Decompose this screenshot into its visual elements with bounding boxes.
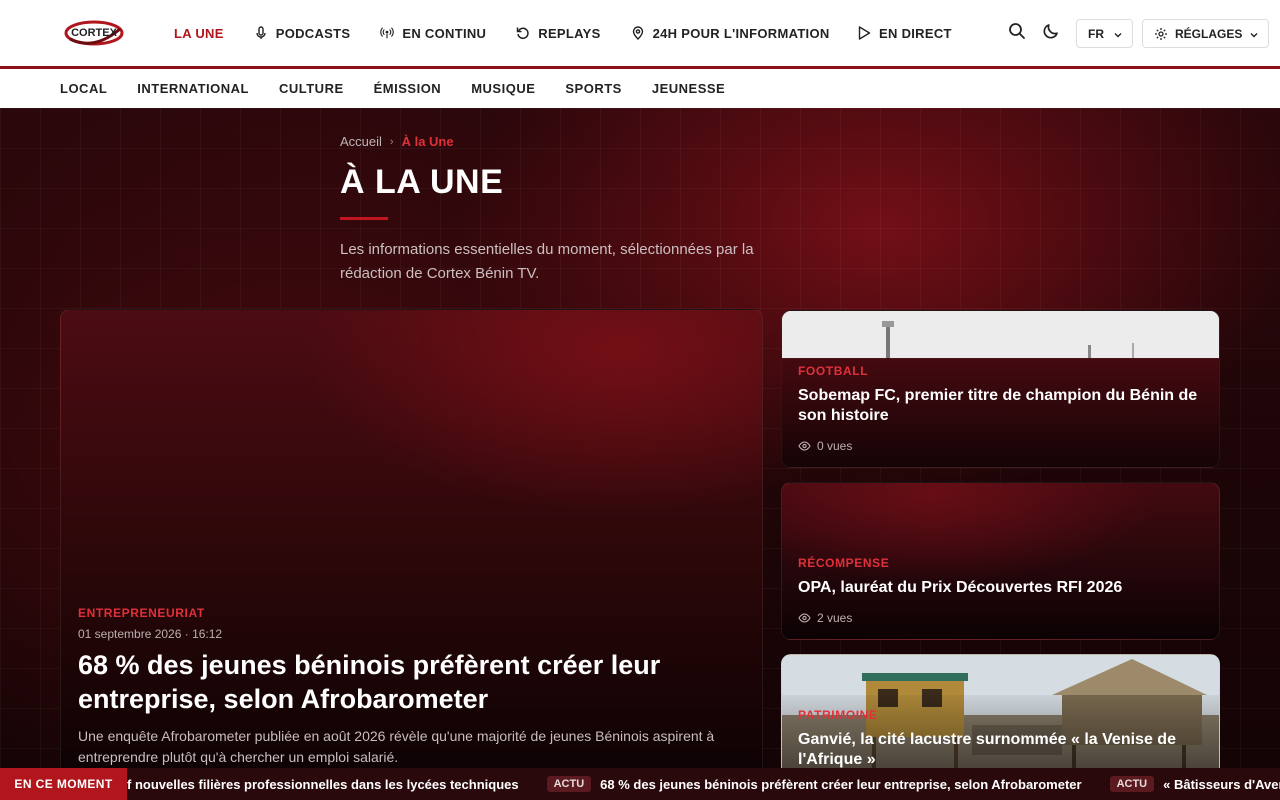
ticker-tag: ACTU [546, 776, 592, 792]
language-select[interactable]: FR [1076, 19, 1133, 48]
broadcast-icon [380, 26, 395, 40]
article-category: RÉCOMPENSE [798, 556, 890, 570]
article-category: ENTREPRENEURIAT [78, 606, 205, 620]
settings-label: RÉGLAGES [1175, 26, 1243, 41]
language-value: FR [1088, 26, 1104, 41]
nav-label: EN CONTINU [402, 25, 487, 41]
ticker-item[interactable]: f nouvelles filières professionnelles da… [127, 777, 519, 792]
breadcrumb-separator-icon: › [389, 135, 394, 148]
ticker-track: f nouvelles filières professionnelles da… [127, 768, 1280, 800]
category-emission[interactable]: ÉMISSION [374, 81, 442, 96]
eye-icon [798, 441, 811, 451]
nav-item-replays[interactable]: REPLAYS [516, 0, 600, 66]
nav-label: LA UNE [174, 25, 224, 41]
microphone-icon [254, 26, 268, 40]
nav-item-podcasts[interactable]: PODCASTS [254, 0, 351, 66]
gear-icon [1154, 27, 1168, 41]
article-views: 2 vues [798, 611, 852, 625]
chevron-down-icon [1249, 29, 1259, 43]
article-headline: 68 % des jeunes béninois préfèrent créer… [78, 650, 661, 714]
breadcrumb-home[interactable]: Accueil [340, 134, 382, 149]
article-views: 0 vues [798, 439, 852, 453]
article-card-patrimoine[interactable]: PATRIMOINE Ganvié, la cité lacustre surn… [781, 654, 1220, 784]
views-count: 2 vues [817, 611, 853, 625]
ticker-label: EN CE MOMENT [0, 768, 127, 800]
nav-label: PODCASTS [275, 25, 351, 41]
article-title: OPA, lauréat du Prix Découvertes RFI 202… [798, 579, 1123, 596]
ticker-text: f nouvelles filières professionnelles da… [127, 776, 519, 792]
search-button[interactable] [1006, 22, 1028, 44]
article-category: PATRIMOINE [798, 708, 878, 722]
nav-item-24h[interactable]: 24H POUR L'INFORMATION [631, 0, 830, 66]
category-nav: LOCAL INTERNATIONAL CULTURE ÉMISSION MUS… [0, 69, 1280, 108]
featured-article-card[interactable]: ENTREPRENEURIAT 01 septembre 2026 · 16:1… [60, 309, 763, 779]
views-count: 0 vues [817, 439, 853, 453]
site-logo[interactable]: CORTEX [64, 17, 124, 49]
replay-icon [516, 26, 530, 40]
nav-label: 24H POUR L'INFORMATION [652, 25, 830, 41]
breadcrumb-current: À la Une [401, 134, 454, 149]
nav-item-en-continu[interactable]: EN CONTINU [380, 0, 486, 66]
play-icon [856, 25, 872, 41]
ticker-text: « Bâtisseurs d'Avenir » : vingt je [1163, 776, 1280, 792]
nav-label: EN DIRECT [879, 25, 952, 41]
category-sports[interactable]: SPORTS [565, 81, 621, 96]
article-title: Ganvié, la cité lacustre surnommée « la … [798, 731, 1176, 768]
main-nav: LA UNE PODCASTS EN CONTINU REPLAYS 24H P… [174, 0, 860, 66]
dark-mode-toggle[interactable] [1040, 22, 1062, 44]
ticker-item[interactable]: ACTU « Bâtisseurs d'Avenir » : vingt je [1109, 776, 1280, 792]
article-date: 01 septembre 2026 · 16:12 [78, 627, 223, 641]
ticker-tag: ACTU [1109, 776, 1155, 792]
article-card-football[interactable]: FOOTBALL Sobemap FC, premier titre de ch… [781, 310, 1220, 468]
article-card-recompense[interactable]: RÉCOMPENSE OPA, lauréat du Prix Découver… [781, 482, 1220, 640]
eye-icon [798, 613, 811, 623]
article-category: FOOTBALL [798, 364, 869, 378]
category-jeunesse[interactable]: JEUNESSE [652, 81, 725, 96]
location-pin-icon [631, 26, 645, 40]
news-ticker: EN CE MOMENT f nouvelles filières profes… [0, 768, 1280, 800]
page-title: À LA UNE [340, 163, 504, 201]
category-local[interactable]: LOCAL [60, 81, 107, 96]
page-description: Les informations essentielles du moment,… [340, 241, 754, 282]
breadcrumb: Accueil › À la Une [340, 134, 454, 149]
nav-item-la-une[interactable]: LA UNE [174, 0, 224, 66]
article-excerpt: Une enquête Afrobarometer publiée en aoû… [78, 728, 715, 765]
chevron-down-icon [1113, 29, 1123, 43]
nav-item-en-direct[interactable]: EN DIRECT [856, 0, 952, 66]
category-culture[interactable]: CULTURE [279, 81, 344, 96]
nav-label: REPLAYS [538, 25, 601, 41]
title-underline [340, 217, 388, 220]
ticker-item[interactable]: ACTU 68 % des jeunes béninois préfèrent … [546, 776, 1082, 792]
settings-button[interactable]: RÉGLAGES [1142, 19, 1269, 48]
moon-icon [1042, 22, 1060, 45]
article-title: Sobemap FC, premier titre de champion du… [798, 387, 1198, 424]
ticker-text: 68 % des jeunes béninois préfèrent créer… [600, 776, 1082, 792]
svg-text:CORTEX: CORTEX [71, 27, 118, 39]
category-musique[interactable]: MUSIQUE [471, 81, 535, 96]
category-international[interactable]: INTERNATIONAL [137, 81, 249, 96]
top-header: CORTEX LA UNE PODCASTS EN CONTINU REPLAY… [0, 0, 1280, 66]
article-image [782, 311, 1219, 359]
search-icon [1008, 22, 1026, 45]
